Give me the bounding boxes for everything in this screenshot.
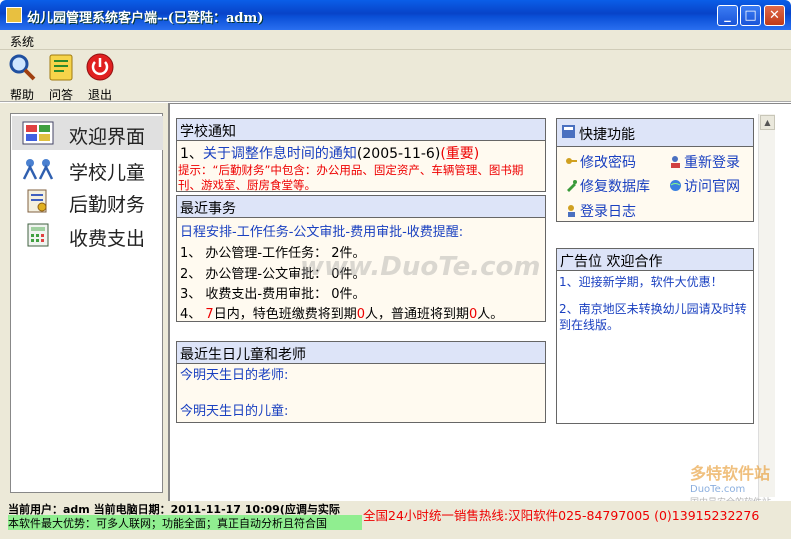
status-advantage: 本软件最大优势：可多人联网；功能全面；真正自动分析且符合国 xyxy=(8,515,362,530)
menu-system[interactable]: 系统 xyxy=(10,33,34,50)
close-button[interactable]: ✕ xyxy=(764,5,785,26)
quick-functions-icon xyxy=(562,125,575,138)
nav-item-finance[interactable]: 后勤财务 xyxy=(12,184,163,218)
recent-line-4-text-b: 日内，特色班缴费将到期 xyxy=(213,307,357,322)
calculator-icon xyxy=(27,223,49,247)
visit-website-link[interactable]: 访问官网 xyxy=(684,176,740,196)
ad-header: 广告位 欢迎合作 xyxy=(557,249,753,271)
help-label: 帮助 xyxy=(9,88,34,102)
birthday-header: 最近生日儿童和老师 xyxy=(177,342,545,364)
nav-label-fees: 收费支出 xyxy=(69,228,146,250)
relogin-link[interactable]: 重新登录 xyxy=(684,152,740,172)
nav-label-welcome: 欢迎界面 xyxy=(69,126,146,148)
recent-line-4-prefix: 4、 xyxy=(180,307,206,322)
globe-icon xyxy=(670,180,681,191)
maximize-button[interactable]: □ xyxy=(740,5,761,26)
qa-notebook-icon xyxy=(49,54,73,81)
notice-item-prefix: 1、 xyxy=(180,146,203,162)
recent-line-4-text-d: 人。 xyxy=(477,307,504,322)
power-icon xyxy=(86,53,114,81)
change-password-link[interactable]: 修改密码 xyxy=(580,152,636,172)
relogin-icon xyxy=(671,156,680,168)
quick-functions-panel: 快捷功能 修改密码 重新登录 修复数据库 访问官网 登录日志 xyxy=(556,118,754,222)
toolbar: 帮助 问答 退出 xyxy=(0,50,791,102)
nav-item-fees[interactable]: 收费支出 xyxy=(12,218,163,252)
recent-line-3: 3、 收费支出-费用审批： 0件。 xyxy=(180,287,366,302)
watermark-site: DuoTe.com xyxy=(690,484,746,495)
birthday-panel: 最近生日儿童和老师 今明天生日的老师: 今明天生日的儿童: xyxy=(176,341,546,423)
minimize-button[interactable]: _ xyxy=(717,5,738,26)
notice-item-link[interactable]: 关于调整作息时间的通知 xyxy=(203,146,357,162)
quick-functions-header: 快捷功能 xyxy=(557,119,753,147)
watermark: www.DuoTe.com xyxy=(300,252,541,282)
help-magnifier-icon xyxy=(9,54,36,81)
window-title: 幼儿园管理系统客户端--(已登陆：adm) xyxy=(27,11,264,26)
notice-item-date: (2005-11-6) xyxy=(356,146,441,162)
exit-button[interactable]: 退出 xyxy=(82,52,118,103)
repair-icon xyxy=(567,180,577,192)
finance-tip: 提示：“后勤财务”中包含：办公用品、固定资产、车辆管理、图书期刊、游戏室、厨房食… xyxy=(178,163,524,192)
quick-functions-title: 快捷功能 xyxy=(579,127,635,143)
ad-line-1: 1、迎接新学期，软件大优惠！ xyxy=(559,275,723,289)
recent-line-4-text-c: 人，普通班将到期 xyxy=(364,307,469,322)
nav-item-welcome[interactable]: 欢迎界面 xyxy=(12,116,163,150)
recent-line-4: 4、 7日内，特色班缴费将到期0人，普通班将到期0人。 xyxy=(180,303,503,322)
recent-days: 7 xyxy=(205,307,214,322)
watermark-brand: 多特软件站 xyxy=(690,464,771,483)
key-icon xyxy=(566,158,577,164)
ad-panel: 广告位 欢迎合作 1、迎接新学期，软件大优惠！ 2、南京地区未转换幼儿园请及时转… xyxy=(556,248,754,424)
school-notice-panel: 学校通知 1、关于调整作息时间的通知(2005-11-6)(重要) 提示：“后勤… xyxy=(176,118,546,192)
nav-label-finance: 后勤财务 xyxy=(69,194,146,216)
notice-item: 1、关于调整作息时间的通知(2005-11-6)(重要) xyxy=(180,143,479,163)
birthday-children: 今明天生日的儿童: xyxy=(180,404,289,419)
school-notice-header: 学校通知 xyxy=(177,119,545,141)
status-hotline: 全国24小时统一销售热线:汉阳软件025-84797005 (0)1391523… xyxy=(363,508,760,523)
ad-line-2: 2、南京地区未转换幼儿园请及时转到在线版。 xyxy=(559,302,747,332)
help-button[interactable]: 帮助 xyxy=(4,52,40,103)
birthday-teachers: 今明天生日的老师: xyxy=(180,368,289,383)
recent-affairs-header: 最近事务 xyxy=(177,196,545,218)
qa-label: 问答 xyxy=(48,88,73,102)
dashboard-icon xyxy=(22,121,54,145)
recent-summary[interactable]: 日程安排-工作任务-公文审批-费用审批-收费提醒: xyxy=(180,221,463,240)
title-bar: 幼儿园管理系统客户端--(已登陆：adm) _ □ ✕ xyxy=(0,0,791,30)
recent-special-count: 0 xyxy=(356,307,365,322)
login-log-link[interactable]: 登录日志 xyxy=(580,201,636,221)
menu-bar: 系统 xyxy=(0,30,791,50)
notice-item-tag: (重要) xyxy=(440,146,480,162)
qa-button[interactable]: 问答 xyxy=(43,52,79,103)
children-icon xyxy=(22,159,54,180)
nav-label-children: 学校儿童 xyxy=(69,162,146,184)
nav-item-children[interactable]: 学校儿童 xyxy=(12,152,163,186)
app-icon xyxy=(6,7,22,23)
log-icon xyxy=(568,205,575,217)
watermark-corner: 多特软件站 DuoTe.com 国内最安全的软件站 xyxy=(690,460,786,508)
exit-label: 退出 xyxy=(87,88,112,102)
scroll-up-icon[interactable]: ▲ xyxy=(760,115,775,130)
repair-database-link[interactable]: 修复数据库 xyxy=(580,176,650,196)
vertical-scrollbar[interactable]: ▲ xyxy=(758,114,775,497)
finance-icon xyxy=(27,189,47,213)
nav-panel: 欢迎界面 学校儿童 后勤财务 收费支出 xyxy=(10,113,163,493)
